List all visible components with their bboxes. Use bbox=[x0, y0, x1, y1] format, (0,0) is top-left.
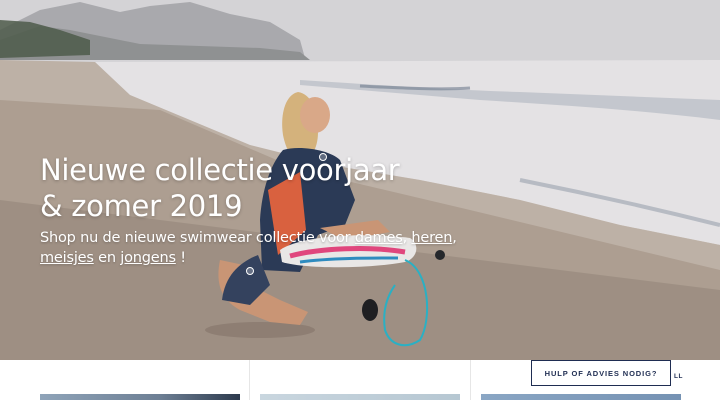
link-meisjes[interactable]: meisjes bbox=[40, 250, 94, 266]
separator: , bbox=[452, 230, 457, 246]
link-jongens[interactable]: jongens bbox=[120, 250, 176, 266]
category-tile-image[interactable] bbox=[40, 394, 240, 400]
hero-subtitle-prefix: Shop nu de nieuwe swimwear collectie voo… bbox=[40, 230, 355, 246]
link-dames[interactable]: dames bbox=[355, 230, 403, 246]
separator: en bbox=[93, 250, 121, 266]
hero-title-line2: & zomer 2019 bbox=[40, 189, 243, 223]
category-tile-image[interactable] bbox=[481, 394, 681, 400]
divider bbox=[470, 360, 471, 400]
hero-subtitle: Shop nu de nieuwe swimwear collectie voo… bbox=[40, 228, 480, 268]
divider bbox=[249, 360, 250, 400]
hero-subtitle-suffix: ! bbox=[175, 250, 186, 266]
hero-title-line1: Nieuwe collectie voorjaar bbox=[40, 153, 400, 187]
category-tile-image[interactable] bbox=[260, 394, 460, 400]
hotspot-marker[interactable] bbox=[319, 153, 327, 161]
truncated-label: LL bbox=[674, 373, 683, 380]
hotspot-marker[interactable] bbox=[246, 267, 254, 275]
hero-title: Nieuwe collectie voorjaar & zomer 2019 bbox=[40, 152, 480, 224]
hero-banner[interactable]: Nieuwe collectie voorjaar & zomer 2019 S… bbox=[0, 0, 720, 360]
hero-text: Nieuwe collectie voorjaar & zomer 2019 S… bbox=[40, 152, 480, 268]
link-heren[interactable]: heren bbox=[411, 230, 452, 246]
help-advice-button[interactable]: HULP OF ADVIES NODIG? bbox=[531, 360, 671, 386]
